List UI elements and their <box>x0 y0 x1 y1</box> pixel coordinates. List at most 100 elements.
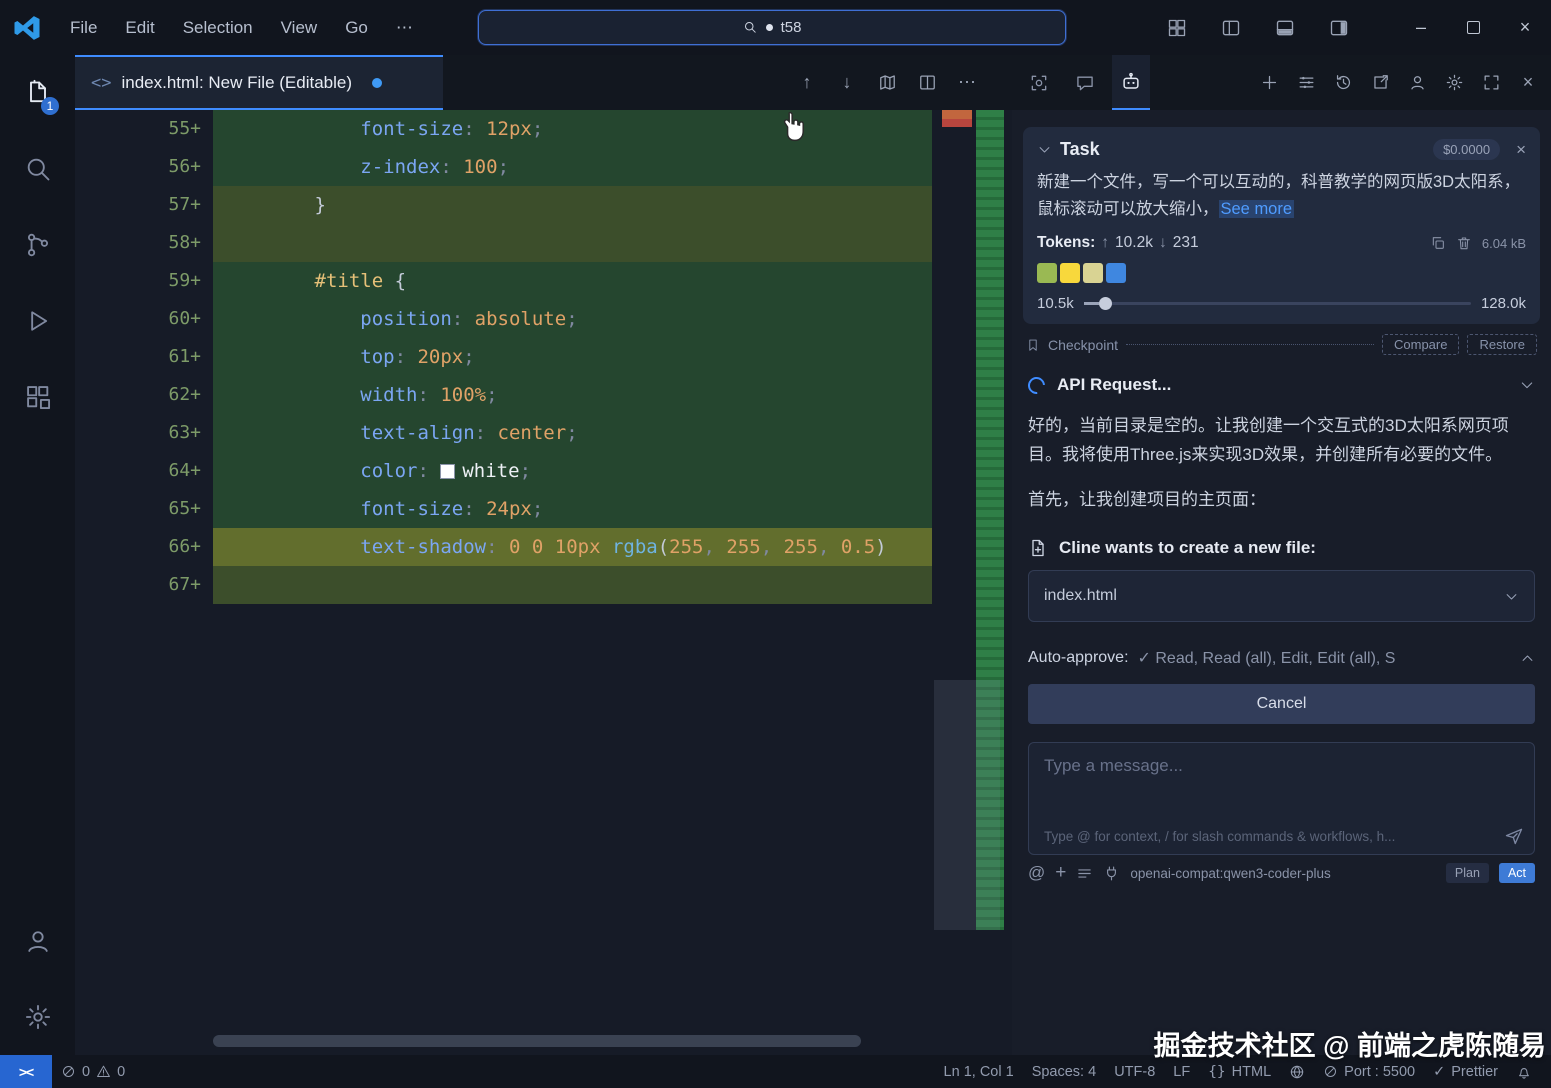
code-line[interactable]: 64+ color: white; <box>75 452 932 490</box>
tab-index-html[interactable]: <> index.html: New File (Editable) <box>75 55 443 110</box>
panel-settings-icon[interactable] <box>1437 66 1471 100</box>
settings-gear-icon[interactable] <box>0 979 75 1055</box>
cursor-position[interactable]: Ln 1, Col 1 <box>935 1055 1023 1088</box>
chevron-down-icon[interactable] <box>1504 589 1519 604</box>
line-number: 65+ <box>168 498 201 519</box>
chat-input[interactable]: Type a message... Type @ for context, / … <box>1028 742 1535 855</box>
mcp-servers-icon[interactable] <box>1289 66 1323 100</box>
vscode-logo-icon <box>12 13 42 43</box>
model-name[interactable]: openai-compat:qwen3-coder-plus <box>1130 866 1436 881</box>
accounts-icon[interactable] <box>0 903 75 979</box>
line-number: 55+ <box>168 118 201 139</box>
color-swatch[interactable] <box>440 464 456 479</box>
assistant-paragraph-2: 首先，让我创建项目的主页面： <box>1028 490 1266 509</box>
toggle-secondary-sidebar-icon[interactable] <box>1322 11 1356 45</box>
indentation[interactable]: Spaces: 4 <box>1023 1055 1106 1088</box>
plan-toggle[interactable]: Plan <box>1445 863 1489 883</box>
code-line[interactable]: 67+ <box>75 566 932 604</box>
cline-panel: Task $0.0000 × 新建一个文件，写一个可以互动的，科普教学的网页版3… <box>1012 110 1551 1055</box>
chevron-down-icon[interactable] <box>1037 142 1052 157</box>
close-window-button[interactable]: × <box>1499 0 1551 55</box>
code-line[interactable]: 57+} <box>75 186 932 224</box>
menu-selection[interactable]: Selection <box>169 0 267 55</box>
copy-icon[interactable] <box>1430 235 1446 251</box>
open-in-editor-icon[interactable] <box>1363 66 1397 100</box>
task-close-icon[interactable]: × <box>1516 140 1526 160</box>
trash-icon[interactable] <box>1456 235 1472 251</box>
nav-up-icon[interactable]: ↑ <box>790 66 824 100</box>
remote-indicator[interactable]: >< <box>0 1055 52 1088</box>
minimap[interactable] <box>934 110 1006 940</box>
code-line[interactable]: 66+ text-shadow: 0 0 10px rgba(255, 255, … <box>75 528 932 566</box>
context-block <box>1060 263 1080 283</box>
menu-edit[interactable]: Edit <box>111 0 168 55</box>
explorer-icon[interactable]: 1 <box>0 55 75 131</box>
run-debug-icon[interactable] <box>0 283 75 359</box>
context-progress-knob[interactable] <box>1099 297 1113 310</box>
account-icon[interactable] <box>1400 66 1434 100</box>
line-number: 63+ <box>168 422 201 443</box>
problems-indicator[interactable]: 0 0 <box>52 1055 134 1088</box>
maximize-button[interactable] <box>1447 0 1499 55</box>
menu-more[interactable]: ⋯ <box>382 0 427 55</box>
minimap-slider[interactable] <box>934 680 1000 930</box>
code-line[interactable]: 65+ font-size: 24px; <box>75 490 932 528</box>
chevron-up-icon[interactable] <box>1520 651 1535 666</box>
nav-down-icon[interactable]: ↓ <box>830 66 864 100</box>
toggle-panel-icon[interactable] <box>1268 11 1302 45</box>
file-name-box[interactable]: index.html <box>1028 570 1535 622</box>
code-line[interactable]: 61+ top: 20px; <box>75 338 932 376</box>
code-line[interactable]: 62+ width: 100%; <box>75 376 932 414</box>
tokens-down-icon: ↓ <box>1158 234 1167 251</box>
code-line[interactable]: 59+ #title { <box>75 262 932 300</box>
code-line[interactable]: 60+ position: absolute; <box>75 300 932 338</box>
api-plug-icon[interactable] <box>1103 865 1120 882</box>
mention-icon[interactable]: @ <box>1028 863 1045 883</box>
code-editor[interactable]: 55+ font-size: 12px; 56+ z-index: 100; 57+} 5… <box>75 110 1012 1055</box>
line-number: 58+ <box>168 232 201 253</box>
compare-button[interactable]: Compare <box>1382 334 1460 355</box>
auto-approve-label: Auto-approve: <box>1028 649 1129 666</box>
search-view-icon[interactable] <box>0 131 75 207</box>
context-progress-track[interactable] <box>1083 297 1471 310</box>
new-task-icon[interactable] <box>1252 66 1286 100</box>
search-icon <box>743 20 758 35</box>
send-icon[interactable] <box>1504 826 1524 846</box>
chevron-down-icon[interactable] <box>1519 377 1535 393</box>
screenshot-icon[interactable] <box>1020 55 1058 110</box>
close-panel-icon[interactable]: × <box>1511 66 1545 100</box>
toggle-sidebar-icon[interactable] <box>1214 11 1248 45</box>
expand-panel-icon[interactable] <box>1474 66 1508 100</box>
extensions-icon[interactable] <box>0 359 75 435</box>
task-cost-badge: $0.0000 <box>1433 139 1501 160</box>
cancel-button[interactable]: Cancel <box>1028 684 1535 724</box>
customize-layout-icon[interactable] <box>1160 11 1194 45</box>
modified-dot-icon <box>372 77 383 88</box>
source-control-icon[interactable] <box>0 207 75 283</box>
menu-file[interactable]: File <box>56 0 111 55</box>
minimap-toggle-icon[interactable] <box>870 66 904 100</box>
editor-more-actions-icon[interactable]: ⋯ <box>950 66 984 100</box>
split-editor-icon[interactable] <box>910 66 944 100</box>
act-toggle[interactable]: Act <box>1498 863 1535 883</box>
see-more-link[interactable]: See more <box>1218 200 1295 218</box>
minimize-button[interactable]: – <box>1395 0 1447 55</box>
restore-button[interactable]: Restore <box>1467 334 1537 355</box>
feedback-icon[interactable] <box>1066 55 1104 110</box>
menu-view[interactable]: View <box>267 0 332 55</box>
cline-robot-icon[interactable] <box>1112 55 1150 110</box>
menu-go[interactable]: Go <box>331 0 382 55</box>
history-icon[interactable] <box>1326 66 1360 100</box>
code-line[interactable]: 63+ text-align: center; <box>75 414 932 452</box>
bookmark-icon <box>1026 338 1040 352</box>
horizontal-scrollbar[interactable] <box>213 1035 861 1047</box>
code-line[interactable]: 58+ <box>75 224 932 262</box>
api-request-row[interactable]: API Request... <box>1024 373 1535 397</box>
auto-approve-row[interactable]: Auto-approve: ✓ Read, Read (all), Edit, … <box>1028 648 1535 668</box>
task-card: Task $0.0000 × 新建一个文件，写一个可以互动的，科普教学的网页版3… <box>1023 127 1540 324</box>
rules-icon[interactable] <box>1076 865 1093 882</box>
check-icon: ✓ <box>1433 1063 1446 1080</box>
code-line[interactable]: 56+ z-index: 100; <box>75 148 932 186</box>
add-context-icon[interactable]: + <box>1055 862 1066 884</box>
command-search-box[interactable]: t58 <box>478 10 1066 45</box>
